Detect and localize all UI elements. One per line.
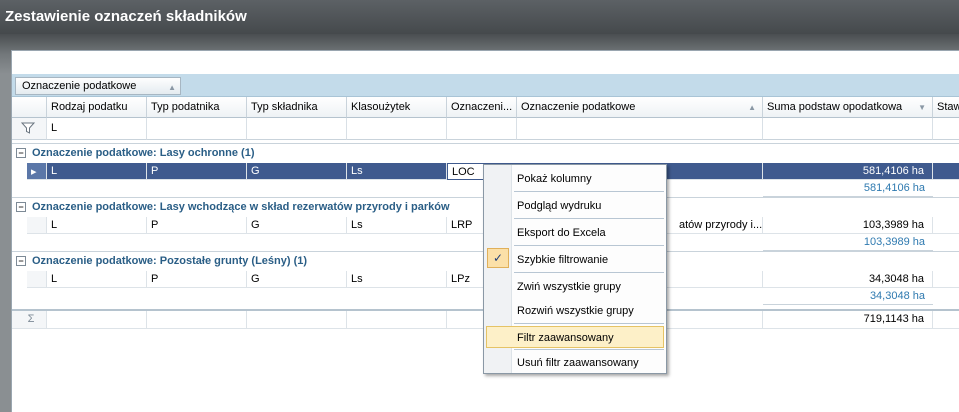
menu-separator xyxy=(514,191,664,192)
subtotal-value: 34,3048 ha xyxy=(763,288,933,305)
group-by-panel: Oznaczenie podatkowe ▲ xyxy=(12,74,959,97)
filter-icon[interactable] xyxy=(12,118,47,140)
header-indicator xyxy=(12,97,47,118)
context-menu: Pokaż kolumny Podgląd wydruku Eksport do… xyxy=(483,164,667,374)
filter-input-typ-podatnika[interactable] xyxy=(147,118,247,140)
menu-separator xyxy=(514,323,664,324)
menu-separator xyxy=(514,245,664,246)
filter-input-suma[interactable] xyxy=(763,118,933,140)
collapse-icon[interactable]: − xyxy=(16,148,26,158)
filter-input-rodzaj[interactable]: L xyxy=(47,118,147,140)
menu-item-szybkie-filtrowanie[interactable]: Szybkie filtrowanie xyxy=(486,248,664,270)
subtotal-value: 581,4106 ha xyxy=(763,180,933,197)
group-header[interactable]: − Oznaczenie podatkowe: Lasy ochronne (1… xyxy=(12,143,959,163)
menu-item-pokaz-kolumny[interactable]: Pokaż kolumny xyxy=(486,167,664,189)
cell-typ-podatnika[interactable]: P xyxy=(147,163,247,180)
total-cell xyxy=(47,311,147,329)
cell-rodzaj[interactable]: L xyxy=(47,163,147,180)
grand-total-value: 719,1143 ha xyxy=(763,311,933,329)
sort-asc-icon: ▲ xyxy=(168,83,176,92)
cell-stawka[interactable] xyxy=(933,217,959,234)
window-title: Zestawienie oznaczeń składników xyxy=(0,0,959,34)
cell-typ-skladnika[interactable]: G xyxy=(247,163,347,180)
cell-rodzaj[interactable]: L xyxy=(47,271,147,288)
group-label: Oznaczenie podatkowe: Lasy ochronne (1) xyxy=(32,147,255,159)
cell-typ-podatnika[interactable]: P xyxy=(147,217,247,234)
group-label: Oznaczenie podatkowe: Pozostałe grunty (… xyxy=(32,255,308,267)
cell-klasouzytek[interactable]: Ls xyxy=(347,271,447,288)
row-indicator xyxy=(27,217,47,234)
row-indicator-icon: ▸ xyxy=(27,163,47,180)
subtotal-value: 103,3989 ha xyxy=(763,234,933,251)
header-oznaczenie-podatkowe[interactable]: Oznaczenie podatkowe ▲ xyxy=(517,97,763,118)
sort-desc-icon: ▼ xyxy=(918,103,926,112)
cell-stawka[interactable] xyxy=(933,271,959,288)
menu-item-zwin-grupy[interactable]: Zwiń wszystkie grupy xyxy=(486,275,664,297)
cell-klasouzytek[interactable]: Ls xyxy=(347,163,447,180)
header-stawka[interactable]: Staw xyxy=(933,97,959,118)
sort-asc-icon: ▲ xyxy=(748,103,756,112)
cell-typ-podatnika[interactable]: P xyxy=(147,271,247,288)
header-typ-skladnika[interactable]: Typ składnika xyxy=(247,97,347,118)
group-by-tag[interactable]: Oznaczenie podatkowe ▲ xyxy=(15,77,181,95)
header-oznaczenie-podatkowe-label: Oznaczenie podatkowe xyxy=(521,101,636,113)
group-by-tag-label: Oznaczenie podatkowe xyxy=(22,80,137,92)
cell-typ-skladnika[interactable]: G xyxy=(247,217,347,234)
menu-item-eksport-excel[interactable]: Eksport do Excela xyxy=(486,221,664,243)
menu-separator xyxy=(514,272,664,273)
collapse-icon[interactable]: − xyxy=(16,256,26,266)
cell-typ-skladnika[interactable]: G xyxy=(247,271,347,288)
filter-input-klasouzytek[interactable] xyxy=(347,118,447,140)
menu-separator xyxy=(514,218,664,219)
menu-item-rozwin-grupy[interactable]: Rozwiń wszystkie grupy xyxy=(486,299,664,321)
header-oznaczenie[interactable]: Oznaczeni... xyxy=(447,97,517,118)
cell-suma[interactable]: 581,4106 ha xyxy=(763,163,933,180)
filter-input-oznaczenie-podatkowe[interactable] xyxy=(517,118,763,140)
menu-item-filtr-zaawansowany[interactable]: Filtr zaawansowany xyxy=(486,326,664,348)
filter-input-typ-skladnika[interactable] xyxy=(247,118,347,140)
group-label: Oznaczenie podatkowe: Lasy wchodzące w s… xyxy=(32,201,450,213)
cell-suma[interactable]: 103,3989 ha xyxy=(763,217,933,234)
total-cell xyxy=(933,311,959,329)
row-indicator xyxy=(27,271,47,288)
filter-input-stawka[interactable] xyxy=(933,118,959,140)
menu-separator xyxy=(514,349,664,350)
cell-stawka[interactable] xyxy=(933,163,959,180)
cell-rodzaj[interactable]: L xyxy=(47,217,147,234)
total-cell xyxy=(147,311,247,329)
cell-klasouzytek[interactable]: Ls xyxy=(347,217,447,234)
header-typ-podatnika[interactable]: Typ podatnika xyxy=(147,97,247,118)
total-cell xyxy=(247,311,347,329)
header-suma-podstaw-label: Suma podstaw opodatkowa xyxy=(767,101,903,113)
menu-item-podglad-wydruku[interactable]: Podgląd wydruku xyxy=(486,194,664,216)
collapse-icon[interactable]: − xyxy=(16,202,26,212)
sum-icon: Σ xyxy=(12,311,47,329)
total-cell xyxy=(347,311,447,329)
filter-input-oznaczenie[interactable] xyxy=(447,118,517,140)
menu-item-usun-filtr[interactable]: Usuń filtr zaawansowany xyxy=(486,351,664,373)
header-klasouzytek[interactable]: Klasoużytek xyxy=(347,97,447,118)
cell-suma[interactable]: 34,3048 ha xyxy=(763,271,933,288)
header-rodzaj-podatku[interactable]: Rodzaj podatku xyxy=(47,97,147,118)
header-suma-podstaw[interactable]: Suma podstaw opodatkowa ▼ xyxy=(763,97,933,118)
